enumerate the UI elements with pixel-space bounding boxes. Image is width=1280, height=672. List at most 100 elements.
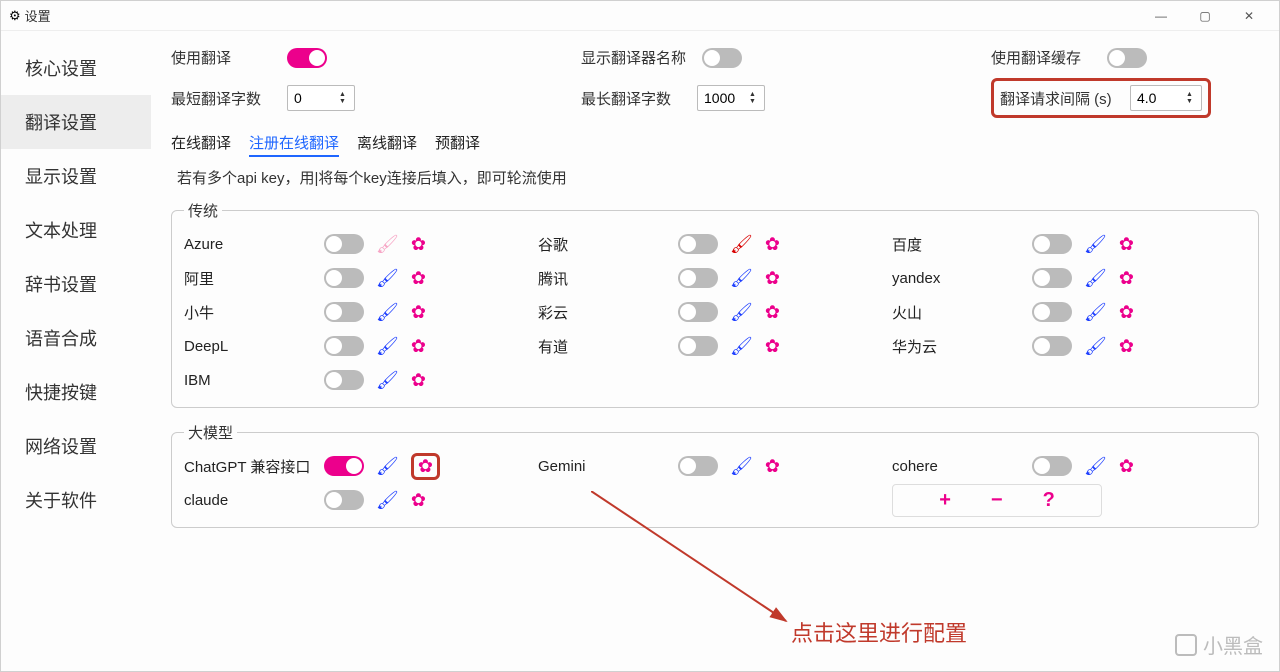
service-controls: 🖌✿ [678,456,780,477]
tab-2[interactable]: 离线翻译 [357,132,417,157]
sidebar-item-4[interactable]: 辞书设置 [1,257,151,311]
sidebar-item-1[interactable]: 翻译设置 [1,95,151,149]
service-toggle[interactable] [324,268,364,288]
min-chars-label: 最短翻译字数 [171,88,271,109]
service-toggle[interactable] [1032,268,1072,288]
add-button[interactable]: + [939,489,951,512]
brush-icon[interactable]: 🖌 [376,336,399,357]
brush-icon[interactable]: 🖌 [376,490,399,511]
service-toggle[interactable] [324,456,364,476]
gear-icon[interactable]: ✿ [411,302,426,323]
traditional-legend: 传统 [184,200,222,221]
brush-icon[interactable]: 🖌 [730,336,753,357]
service-controls: 🖌✿ [324,268,426,289]
brush-icon[interactable]: 🖌 [730,268,753,289]
sidebar-item-5[interactable]: 语音合成 [1,311,151,365]
sidebar-item-8[interactable]: 关于软件 [1,473,151,527]
gear-icon[interactable]: ✿ [765,336,780,357]
service-cell: cohere🖌✿ [892,449,1246,483]
window-body: 核心设置翻译设置显示设置文本处理辞书设置语音合成快捷按键网络设置关于软件 使用翻… [1,31,1279,671]
gear-icon[interactable]: ✿ [411,490,426,511]
gear-icon[interactable]: ✿ [765,456,780,477]
gear-icon: ⚙ [9,8,21,24]
gear-icon[interactable]: ✿ [411,268,426,289]
service-cell [538,483,892,517]
service-toggle[interactable] [324,490,364,510]
max-chars-input[interactable]: 1000 ▲▼ [697,85,765,111]
tab-3[interactable]: 预翻译 [435,132,480,157]
service-controls: 🖌✿ [1032,234,1134,255]
gear-icon[interactable]: ✿ [765,234,780,255]
service-cell [538,363,892,397]
show-translator-name-toggle[interactable] [702,48,742,68]
service-toggle[interactable] [678,456,718,476]
gear-icon[interactable]: ✿ [1119,336,1134,357]
brush-icon[interactable]: 🖌 [1084,268,1107,289]
service-toggle[interactable] [678,234,718,254]
service-controls: 🖌✿ [678,268,780,289]
service-label: 华为云 [892,336,1032,357]
service-controls: 🖌✿ [324,234,426,255]
brush-icon[interactable]: 🖌 [1084,234,1107,255]
sidebar-item-3[interactable]: 文本处理 [1,203,151,257]
brush-icon[interactable]: 🖌 [1084,336,1107,357]
service-cell: claude🖌✿ [184,483,538,517]
gear-icon[interactable]: ✿ [418,456,433,477]
gear-icon[interactable]: ✿ [765,302,780,323]
remove-button[interactable]: − [991,489,1003,512]
service-toggle[interactable] [324,370,364,390]
brush-icon[interactable]: 🖌 [730,234,753,255]
gear-icon[interactable]: ✿ [411,370,426,391]
brush-icon[interactable]: 🖌 [730,456,753,477]
min-chars-input[interactable]: 0 ▲▼ [287,85,355,111]
brush-icon[interactable]: 🖌 [376,370,399,391]
gear-highlight: ✿ [411,453,440,480]
service-toggle[interactable] [678,268,718,288]
brush-icon[interactable]: 🖌 [376,302,399,323]
service-toggle[interactable] [324,234,364,254]
gear-icon[interactable]: ✿ [765,268,780,289]
brush-icon[interactable]: 🖌 [376,268,399,289]
service-toggle[interactable] [678,302,718,322]
service-row: Azure🖌✿谷歌🖌✿百度🖌✿ [184,227,1246,261]
gear-icon[interactable]: ✿ [1119,234,1134,255]
service-cell: 彩云🖌✿ [538,295,892,329]
brush-icon[interactable]: 🖌 [1084,302,1107,323]
gear-icon[interactable]: ✿ [411,336,426,357]
service-toggle[interactable] [324,336,364,356]
brush-icon[interactable]: 🖌 [376,234,399,255]
service-toggle[interactable] [1032,336,1072,356]
service-toggle[interactable] [1032,234,1072,254]
sidebar-item-0[interactable]: 核心设置 [1,41,151,95]
service-cell: 华为云 🖌 ✿ [892,329,1246,363]
service-toggle[interactable] [1032,302,1072,322]
service-row: 阿里🖌✿腾讯🖌✿yandex🖌✿ [184,261,1246,295]
use-cache-toggle[interactable] [1107,48,1147,68]
sidebar-item-2[interactable]: 显示设置 [1,149,151,203]
gear-icon[interactable]: ✿ [1119,268,1134,289]
brush-icon[interactable]: 🖌 [1084,456,1107,477]
minimize-button[interactable]: — [1139,2,1183,30]
service-cell: Azure🖌✿ [184,227,538,261]
close-button[interactable]: ✕ [1227,2,1271,30]
brush-icon[interactable]: 🖌 [376,456,399,477]
service-toggle[interactable] [1032,456,1072,476]
tab-1[interactable]: 注册在线翻译 [249,132,339,157]
service-cell: yandex🖌✿ [892,261,1246,295]
gear-icon[interactable]: ✿ [411,234,426,255]
service-toggle[interactable] [678,336,718,356]
help-button[interactable]: ? [1043,489,1055,512]
service-toggle[interactable] [324,302,364,322]
service-controls: 🖌✿ [324,453,440,480]
maximize-button[interactable]: ▢ [1183,2,1227,30]
sidebar-item-6[interactable]: 快捷按键 [1,365,151,419]
use-translate-toggle[interactable] [287,48,327,68]
gear-icon[interactable]: ✿ [1119,302,1134,323]
service-label: 有道 [538,336,678,357]
brush-icon[interactable]: 🖌 [730,302,753,323]
interval-input[interactable]: 4.0 ▲▼ [1130,85,1202,111]
sidebar-item-7[interactable]: 网络设置 [1,419,151,473]
tab-0[interactable]: 在线翻译 [171,132,231,157]
gear-icon[interactable]: ✿ [1119,456,1134,477]
service-controls: 🖌✿ [678,302,780,323]
